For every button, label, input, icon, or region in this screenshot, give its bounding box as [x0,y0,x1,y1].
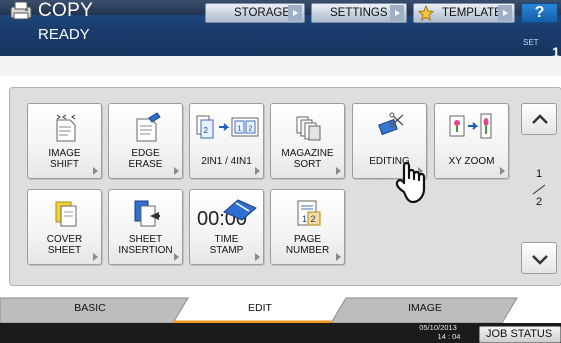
svg-text:2: 2 [311,214,316,224]
chevron-up-icon [532,114,548,124]
chevron-right-icon [498,5,512,21]
page-number-icon: 2 1 [297,200,321,226]
submenu-arrow-icon [336,253,341,261]
editing-icon [378,112,404,136]
machine-status: READY [38,26,90,43]
page-scroller: 1 2 [521,96,557,280]
magazine-sort-label: MAGAZINE SORT [281,148,334,170]
storage-button-label: STORAGE [234,7,291,19]
submenu-arrow-icon [93,167,98,175]
set-label: SET [523,38,539,47]
page-number-label: PAGE NUMBER [285,234,330,256]
submenu-arrow-icon [336,167,341,175]
tab-basic[interactable]: BASIC [0,302,180,314]
submenu-arrow-icon [500,167,505,175]
date-time: 05/10/2013 14 : 04 [404,323,472,341]
time: 14 : 04 [437,331,461,341]
xy-zoom-label: XY ZOOM [448,156,495,167]
image-shift-icon [56,114,76,142]
cover-sheet-icon [55,201,77,227]
time-stamp-button[interactable]: 00:00 TIME STAMP [189,189,264,265]
image-shift-label: IMAGE SHIFT [48,148,81,170]
chevron-down-icon [532,255,548,265]
svg-text:2: 2 [249,126,253,133]
svg-text:2: 2 [204,126,209,135]
cover-sheet-button[interactable]: COVER SHEET [27,189,102,265]
magazine-sort-icon [296,116,321,141]
scroll-up-button[interactable] [521,103,557,135]
pointer-hand-icon [395,161,426,204]
cover-sheet-label: COVER SHEET [46,234,83,256]
settings-button[interactable]: SETTINGS [311,3,407,23]
xy-zoom-button[interactable]: XY ZOOM [434,103,509,179]
status-bar [0,323,561,343]
submenu-arrow-icon [93,253,98,261]
edge-erase-icon [136,112,161,142]
copy-icon [10,1,32,20]
2in1-4in1-label: 2IN1 / 4IN1 [201,156,252,167]
chevron-right-icon [390,5,404,21]
tab-edit[interactable]: EDIT [180,302,340,314]
storage-button[interactable]: STORAGE [205,3,305,23]
page-divider [532,184,546,195]
tab-image[interactable]: IMAGE [340,302,510,314]
xy-zoom-icon [449,113,492,139]
message-area [0,56,561,76]
magazine-sort-button[interactable]: MAGAZINE SORT [270,103,345,179]
sheet-insertion-icon [134,200,160,227]
time-stamp-icon: 00:00 [197,199,257,228]
submenu-arrow-icon [174,253,179,261]
2in1-4in1-icon: 2 1 2 [196,115,259,139]
svg-text:1: 1 [238,126,242,133]
job-status-label: JOB STATUS [486,328,553,340]
page-number-button[interactable]: 2 1 PAGE NUMBER [270,189,345,265]
image-shift-button[interactable]: IMAGE SHIFT [27,103,102,179]
help-button[interactable]: ? [521,3,558,23]
edge-erase-label: EDGE ERASE [128,148,163,170]
settings-button-label: SETTINGS [330,7,388,19]
job-status-button[interactable]: JOB STATUS [479,326,561,343]
sheet-insertion-label: SHEET INSERTION [118,234,173,256]
page-current: 1 [535,168,543,180]
scroll-down-button[interactable] [521,242,557,274]
submenu-arrow-icon [255,253,260,261]
edge-erase-button[interactable]: EDGE ERASE [108,103,183,179]
submenu-arrow-icon [174,167,179,175]
app-title: COPY [38,0,94,21]
svg-text:1: 1 [302,214,307,224]
page-total: 2 [535,196,543,208]
submenu-arrow-icon [255,167,260,175]
template-button[interactable]: TEMPLATE [413,3,515,23]
time-stamp-label: TIME STAMP [209,234,244,256]
sheet-insertion-button[interactable]: SHEET INSERTION [108,189,183,265]
chevron-right-icon [288,5,302,21]
star-icon [418,5,434,21]
2in1-4in1-button[interactable]: 2 1 2 2IN1 / 4IN1 [189,103,264,179]
